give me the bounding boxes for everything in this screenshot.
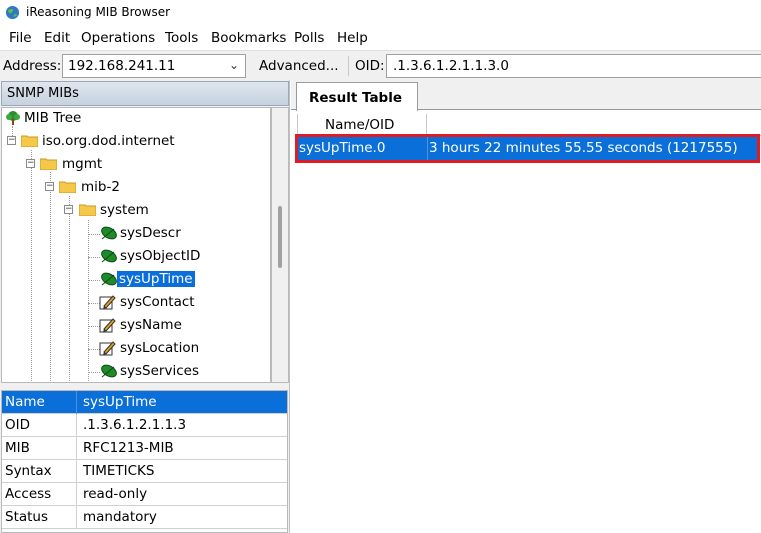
leaf-icon [101, 272, 117, 286]
collapse-icon[interactable]: − [26, 159, 35, 168]
property-row-mib[interactable]: MIB RFC1213-MIB [2, 437, 287, 460]
menu-file[interactable]: File [9, 30, 32, 46]
property-key: Name [5, 394, 45, 410]
mib-panel: SNMP MIBs MIB Tree − iso.org.dod.interne… [0, 80, 290, 533]
menu-help[interactable]: Help [337, 30, 368, 46]
address-value: 192.168.241.11 [68, 58, 176, 74]
menu-bookmarks[interactable]: Bookmarks [211, 30, 286, 46]
toolbar-separator [348, 56, 349, 76]
collapse-icon[interactable]: − [64, 205, 73, 214]
chevron-down-icon[interactable]: ⌄ [229, 58, 239, 72]
oid-input[interactable]: .1.3.6.1.2.1.1.3.0 [386, 54, 761, 78]
mib-tree[interactable]: MIB Tree − iso.org.dod.internet − mgmt −… [1, 107, 271, 383]
window-title: iReasoning MIB Browser [26, 5, 171, 19]
property-value: mandatory [83, 509, 157, 525]
column-divider [76, 414, 77, 437]
collapse-icon[interactable]: − [45, 182, 54, 191]
oid-value: .1.3.6.1.2.1.1.3.0 [393, 58, 509, 74]
writable-leaf-icon [99, 295, 116, 310]
tree-icon [6, 111, 20, 125]
property-row-name[interactable]: Name sysUpTime [2, 391, 287, 414]
column-divider [76, 506, 77, 529]
snmp-mibs-header: SNMP MIBs [1, 81, 289, 106]
tab-label: Result Table [309, 90, 403, 106]
scrollbar-thumb[interactable] [278, 206, 282, 268]
property-row-syntax[interactable]: Syntax TIMETICKS [2, 460, 287, 483]
menu-tools[interactable]: Tools [165, 30, 198, 46]
property-row-oid[interactable]: OID .1.3.6.1.2.1.1.3 [2, 414, 287, 437]
column-divider [76, 483, 77, 506]
property-key: Syntax [5, 463, 52, 479]
tab-result-table[interactable]: Result Table [296, 82, 418, 111]
menu-polls[interactable]: Polls [294, 30, 324, 46]
leaf-icon [101, 249, 117, 263]
tree-node-label: sysName [120, 317, 182, 333]
tree-vertical-scrollbar[interactable] [271, 107, 289, 383]
collapse-icon[interactable]: − [7, 136, 16, 145]
tree-node-label: MIB Tree [24, 110, 82, 126]
tree-node-label: sysUpTime [117, 271, 195, 287]
column-divider [76, 437, 77, 460]
tree-guide-line [88, 220, 89, 382]
tree-guide-line [31, 150, 32, 382]
app-globe-icon [5, 5, 20, 20]
property-key: OID [5, 417, 31, 433]
menu-edit[interactable]: Edit [44, 30, 70, 46]
tree-node-label: mgmt [62, 156, 103, 172]
column-header-label: Name/OID [325, 117, 395, 133]
property-value: TIMETICKS [83, 463, 155, 479]
highlight-outline [295, 134, 760, 163]
writable-leaf-icon [99, 318, 116, 333]
property-value: .1.3.6.1.2.1.1.3 [83, 417, 187, 433]
property-key: MIB [5, 440, 30, 456]
writable-leaf-icon [99, 341, 116, 356]
menu-bar: File Edit Operations Tools Bookmarks Pol… [0, 26, 761, 50]
property-value: RFC1213-MIB [83, 440, 174, 456]
tree-node-label: sysDescr [120, 225, 181, 241]
folder-icon [40, 158, 57, 170]
tab-strip: Result Table [291, 80, 761, 111]
mib-properties-table: Name sysUpTime OID .1.3.6.1.2.1.1.3 MIB … [1, 390, 288, 533]
folder-icon [59, 181, 76, 193]
tree-guide-line [50, 172, 51, 382]
property-row-access[interactable]: Access read-only [2, 483, 287, 506]
folder-icon [21, 135, 38, 147]
address-toolbar: Address: 192.168.241.11 ⌄ Advanced... OI… [0, 50, 761, 80]
title-bar: iReasoning MIB Browser [0, 0, 761, 26]
oid-label: OID: [355, 58, 385, 74]
tree-node-label: sysContact [120, 294, 195, 310]
tree-horizontal-scrollbar[interactable] [1, 383, 289, 390]
menu-operations[interactable]: Operations [81, 30, 155, 46]
advanced-label: Advanced... [259, 58, 339, 74]
tree-node-label: iso.org.dod.internet [42, 133, 175, 149]
column-divider [76, 460, 77, 483]
column-header-name-oid[interactable]: Name/OID [297, 114, 427, 136]
leaf-icon [101, 364, 117, 378]
result-panel: Result Table Name/OID sysUpTime.0 3 hour… [291, 80, 761, 533]
property-key: Status [5, 509, 49, 525]
address-label: Address: [3, 58, 62, 74]
property-key: Access [5, 486, 52, 502]
property-row-status[interactable]: Status mandatory [2, 506, 287, 529]
property-value: read-only [83, 486, 148, 502]
tree-node-label: sysObjectID [120, 248, 201, 264]
address-combobox[interactable]: 192.168.241.11 ⌄ [62, 54, 246, 78]
tree-node-label: sysServices [120, 363, 199, 379]
column-divider [76, 391, 77, 414]
tree-node-label: system [100, 202, 149, 218]
tree-node-label: mib-2 [81, 179, 120, 195]
snmp-mibs-title: SNMP MIBs [7, 86, 79, 101]
property-value: sysUpTime [83, 394, 157, 410]
tree-guide-line [69, 196, 70, 382]
advanced-button[interactable]: Advanced... [253, 54, 343, 78]
result-table-header: Name/OID [297, 114, 761, 136]
folder-icon [79, 204, 96, 216]
leaf-icon [101, 226, 117, 240]
tree-node-label: sysLocation [120, 340, 200, 356]
